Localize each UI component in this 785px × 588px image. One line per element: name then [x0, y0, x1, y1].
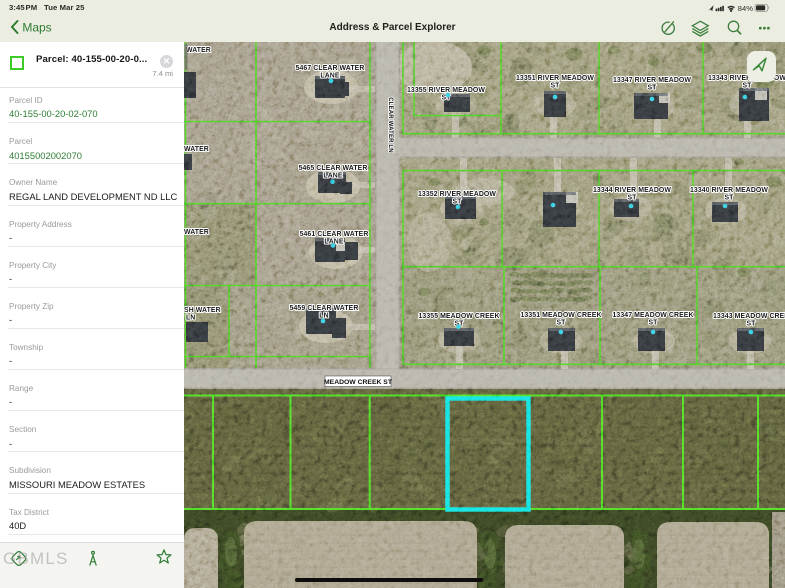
svg-text:MEADOW CREEK ST: MEADOW CREEK ST — [324, 379, 393, 386]
svg-text:84%: 84% — [738, 4, 753, 13]
svg-text:CLEAR WATER LN: CLEAR WATER LN — [387, 97, 394, 152]
